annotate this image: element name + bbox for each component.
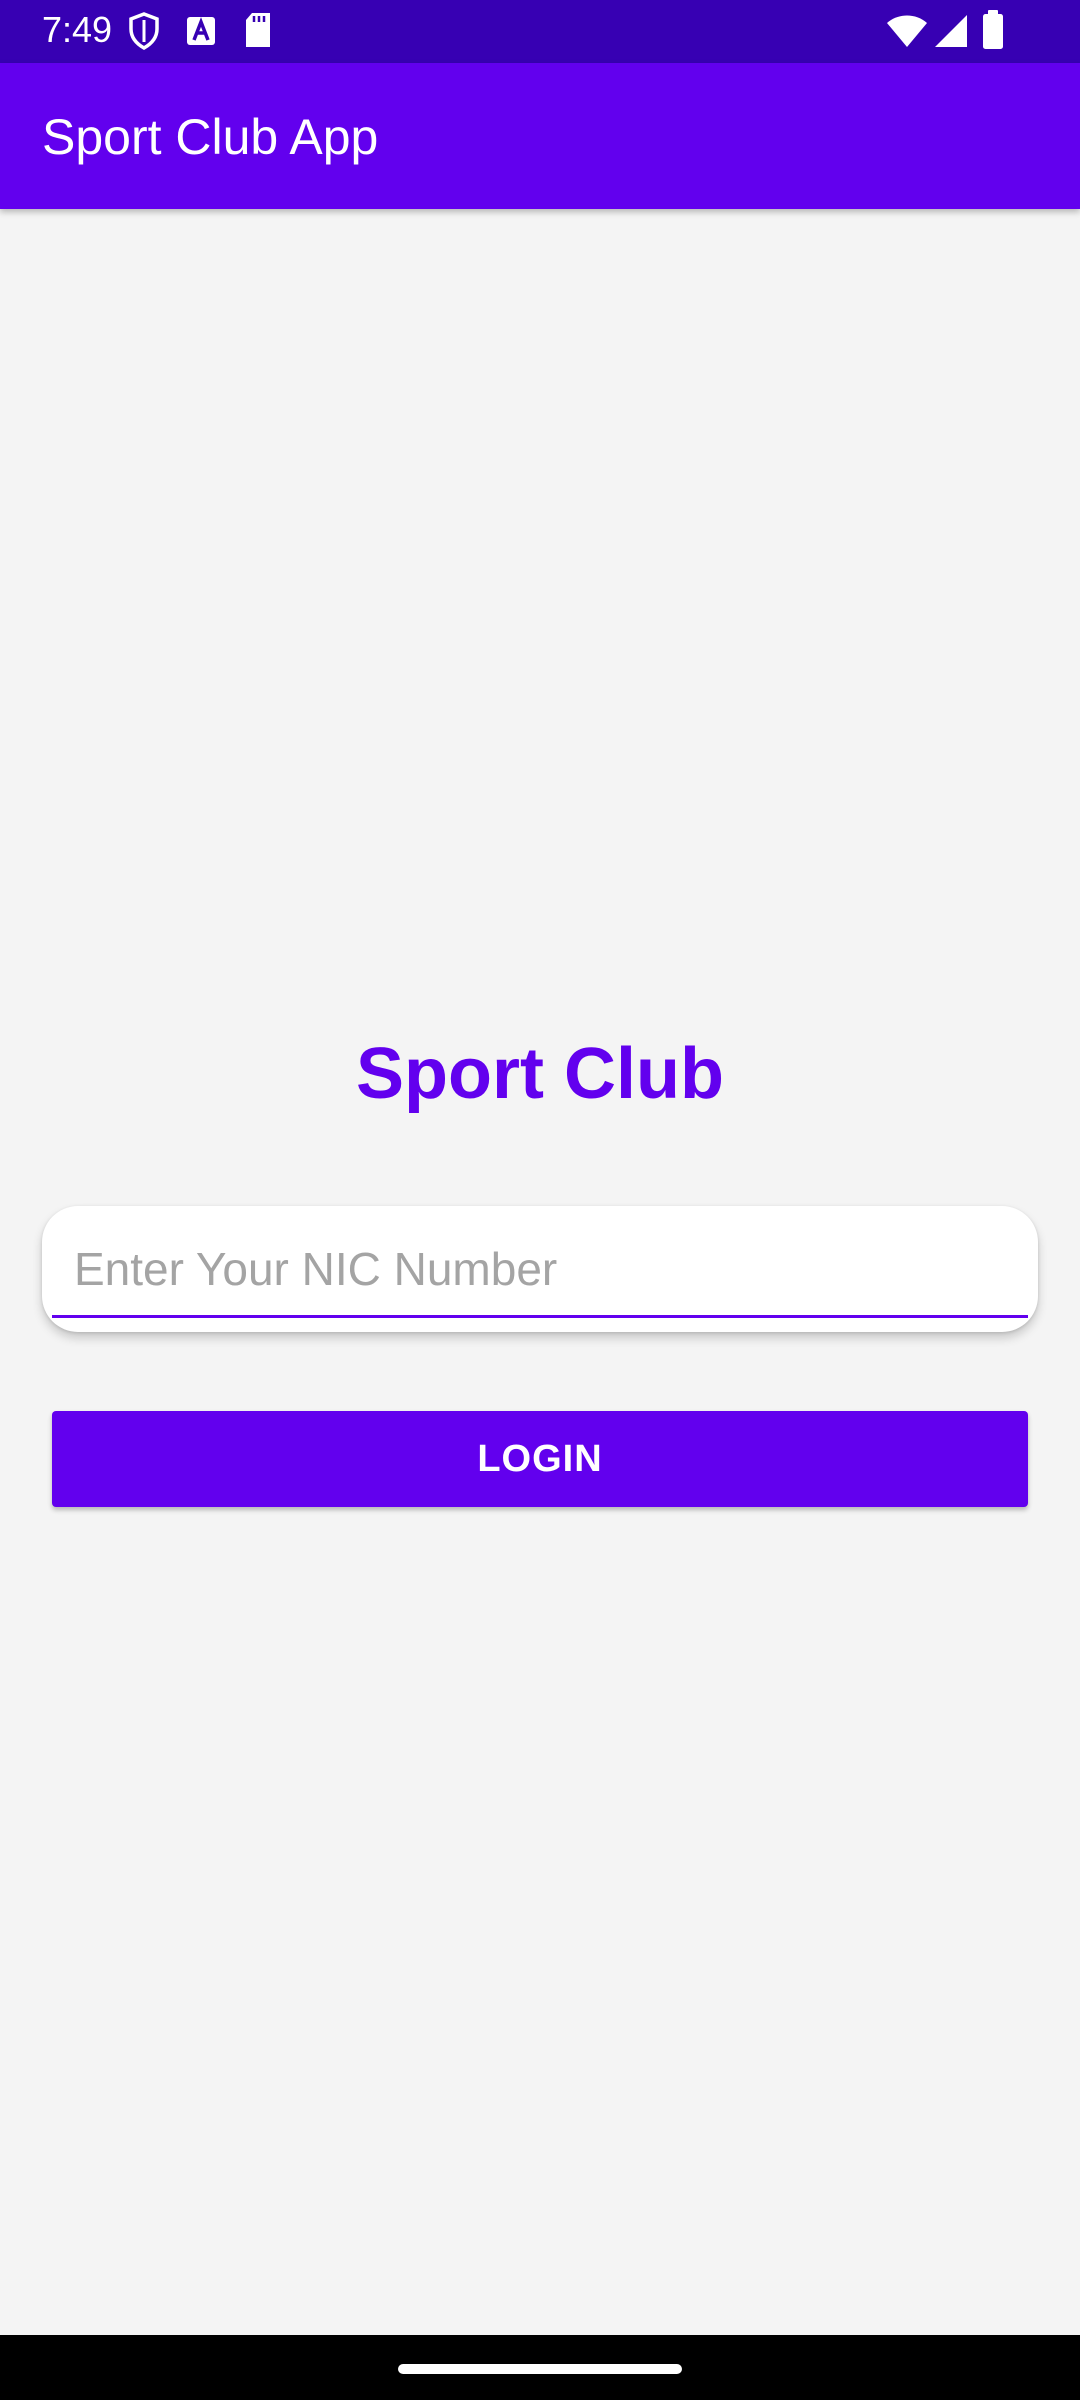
shield-icon <box>128 12 160 50</box>
navigation-bar <box>0 2335 1080 2400</box>
login-button[interactable]: LOGIN <box>52 1411 1028 1507</box>
battery-icon <box>982 10 1004 50</box>
nic-input-card <box>42 1206 1038 1332</box>
screen: 7:49 Sport Club App Sport Club Enter You… <box>0 0 1080 2400</box>
home-gesture-handle[interactable] <box>398 2364 682 2374</box>
wifi-icon <box>886 14 928 48</box>
status-time: 7:49 <box>42 9 113 50</box>
signal-icon <box>934 14 968 48</box>
sd-card-icon <box>244 12 272 48</box>
status-bar: 7:49 <box>0 0 1080 63</box>
page-heading: Sport Club <box>356 1034 724 1114</box>
font-a-icon <box>186 16 216 46</box>
app-title: Sport Club App <box>42 109 379 165</box>
nic-number-input[interactable] <box>52 1228 1028 1318</box>
app-bar: Sport Club App <box>0 63 1080 209</box>
